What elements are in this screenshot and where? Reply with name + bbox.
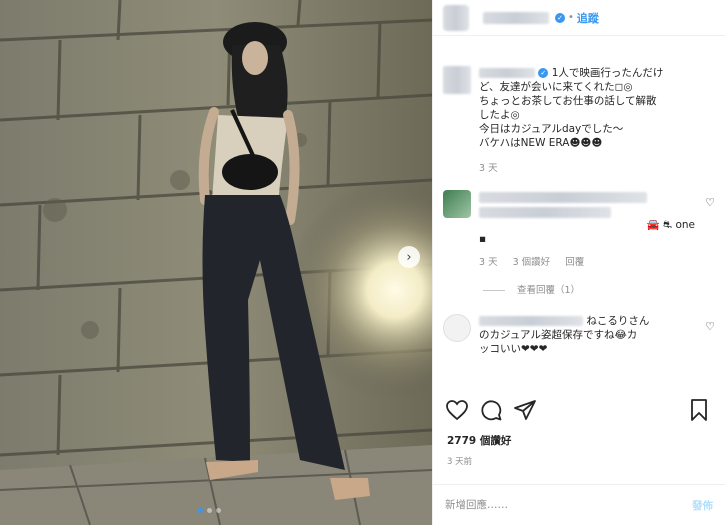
post-photo[interactable]: › [0, 0, 432, 525]
post-details-panel: ✓ • 追蹤 ✓ 1人で映画行ったんだけ ど、友達が会いに来てくれた◻︎◎ ちょ… [432, 0, 725, 525]
follow-button[interactable]: 追蹤 [577, 10, 599, 26]
caption-meta: 3 天 [479, 162, 715, 176]
comment-likes[interactable]: 3 個讚好 [513, 257, 551, 268]
carousel-next-button[interactable]: › [398, 246, 420, 268]
comment-line: ねこるりさん [586, 315, 650, 327]
caption-line: ちょっとお茶してお仕事の話して解散 [479, 95, 657, 107]
caption-age[interactable]: 3 天 [479, 163, 498, 174]
comment-age[interactable]: 3 天 [479, 257, 498, 268]
comment-text-blurred [479, 192, 647, 203]
commenter-username-blurred[interactable] [479, 316, 583, 326]
post-actions [445, 398, 711, 422]
post-timestamp[interactable]: 3 天前 [447, 455, 472, 467]
comment-line: ッコいい❤❤❤ [479, 343, 548, 355]
comment-meta: 3 天 3 個讚好 回覆 [479, 256, 701, 270]
chevron-right-icon: › [406, 249, 412, 265]
comment-item: 🚘 ⛐ one ▪ 3 天 3 個讚好 回覆 ♡ [433, 190, 725, 270]
comment-icon[interactable] [479, 398, 503, 422]
verified-badge-icon: ✓ [538, 68, 549, 78]
caption-line: 今日はカジュアルdayでした～ [479, 123, 624, 135]
photo-illustration [0, 0, 432, 525]
commenter-avatar[interactable] [443, 314, 471, 342]
author-username-blurred[interactable] [483, 11, 549, 24]
caption-item: ✓ 1人で映画行ったんだけ ど、友達が会いに来てくれた◻︎◎ ちょっとお茶してお… [433, 66, 725, 176]
comment-line: のカジュアル姿超保存ですね😂カ [479, 329, 638, 341]
caption-line: 1人で映画行ったんだけ [551, 67, 664, 79]
view-replies-button[interactable]: 查看回覆（1） [483, 282, 725, 296]
caption-line: ど、友達が会いに来てくれた◻︎◎ [479, 81, 633, 93]
comment-body: ねこるりさん のカジュアル姿超保存ですね😂カ ッコいい❤❤❤ [471, 314, 701, 356]
heart-icon[interactable] [445, 398, 469, 422]
like-count[interactable]: 2779 個讚好 [447, 433, 511, 448]
comments-list[interactable]: ✓ 1人で映画行ったんだけ ど、友達が会いに来てくれた◻︎◎ ちょっとお茶してお… [433, 56, 725, 394]
share-icon[interactable] [513, 398, 537, 422]
comment-item: ねこるりさん のカジュアル姿超保存ですね😂カ ッコいい❤❤❤ ♡ [433, 314, 725, 356]
bookmark-icon[interactable] [687, 398, 711, 422]
caption-author-avatar[interactable] [443, 66, 471, 94]
carousel-dot [207, 508, 212, 513]
add-comment-bar: 發佈 [433, 484, 725, 525]
comment-extra: 🚘 ⛐ one [646, 219, 695, 231]
caption-username-blurred[interactable] [479, 68, 535, 78]
comment-input[interactable] [445, 499, 692, 511]
comment-like-heart-icon[interactable]: ♡ [701, 190, 715, 270]
post-comment-button[interactable]: 發佈 [692, 498, 713, 513]
post-header: ✓ • 追蹤 [433, 0, 725, 36]
separator-dot: • [568, 12, 574, 23]
carousel-dot [198, 508, 203, 513]
caption-line: したよ◎ [479, 109, 520, 121]
caption-line: バケハはNEW ERA☻☻☻ [479, 137, 603, 149]
carousel-indicator [198, 508, 221, 513]
comment-body: 🚘 ⛐ one ▪ 3 天 3 個讚好 回覆 [471, 190, 701, 270]
verified-badge-icon: ✓ [555, 12, 565, 23]
caption-body: ✓ 1人で映画行ったんだけ ど、友達が会いに来てくれた◻︎◎ ちょっとお茶してお… [471, 66, 715, 176]
reply-button[interactable]: 回覆 [565, 257, 584, 268]
comment-mark: ▪ [479, 233, 487, 245]
carousel-dot [216, 508, 221, 513]
comment-like-heart-icon[interactable]: ♡ [701, 314, 715, 356]
comment-text-blurred [479, 207, 611, 218]
author-avatar[interactable] [443, 4, 469, 31]
commenter-avatar[interactable] [443, 190, 471, 218]
